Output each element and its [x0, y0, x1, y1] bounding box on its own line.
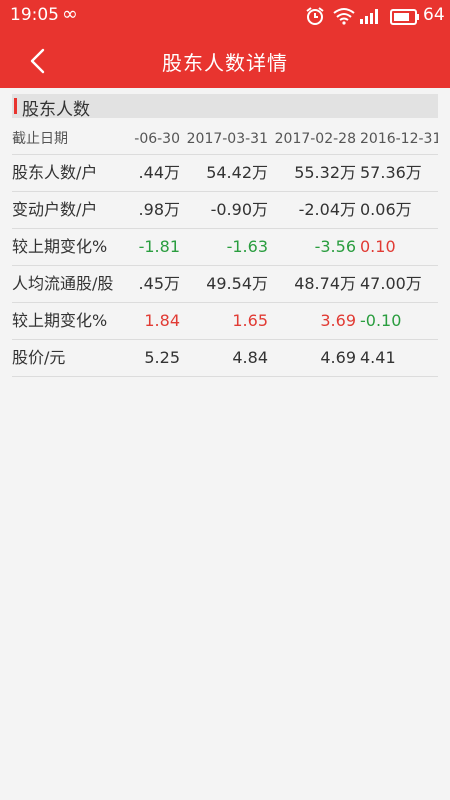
row-label: 股东人数/户 [12, 163, 98, 182]
change-cell: 3.69 [320, 311, 356, 330]
wifi-icon [333, 7, 355, 29]
value-cell: 0.06万 [360, 200, 412, 219]
value-cell: 55.32万 [294, 163, 356, 182]
value-cell: 49.54万 [206, 274, 268, 293]
date-cell: -06-30 [134, 131, 180, 147]
date-cell: 2017-02-28 [274, 131, 356, 147]
value-cell: -0.90万 [210, 200, 268, 219]
table-row: 股价/元 5.25 4.84 4.69 4.41 [12, 340, 438, 377]
change-cell: 1.84 [144, 311, 180, 330]
battery-icon [390, 9, 420, 29]
value-cell: 57.36万 [360, 163, 422, 182]
value-cell: -2.04万 [298, 200, 356, 219]
row-label: 截止日期 [12, 131, 68, 147]
value-cell: 4.84 [232, 348, 268, 367]
infinity-icon: ∞ [62, 3, 78, 25]
page-title: 股东人数详情 [162, 51, 288, 75]
value-cell: .44万 [138, 163, 180, 182]
battery-percent: 64 [423, 5, 445, 25]
change-cell: 1.65 [232, 311, 268, 330]
alarm-icon [305, 6, 325, 30]
signal-icon [358, 7, 382, 29]
date-cell: 2016-12-31 [360, 131, 438, 147]
value-cell: 4.69 [320, 348, 356, 367]
date-cell: 2017-03-31 [186, 131, 268, 147]
row-label: 较上期变化% [12, 237, 108, 256]
section-header: 股东人数 [12, 94, 438, 120]
app-header: 股东人数详情 [0, 34, 450, 88]
table-row: 人均流通股/股 .45万 49.54万 48.74万 47.00万 [12, 266, 438, 303]
change-cell: -1.81 [138, 237, 180, 256]
value-cell: .45万 [138, 274, 180, 293]
table-row: 较上期变化% 1.84 1.65 3.69 -0.10 [12, 303, 438, 340]
change-cell: -1.63 [226, 237, 268, 256]
change-cell: 0.10 [360, 237, 396, 256]
change-cell: -3.56 [314, 237, 356, 256]
table-row: 股东人数/户 .44万 54.42万 55.32万 57.36万 [12, 155, 438, 192]
row-label: 变动户数/户 [12, 200, 98, 219]
value-cell: 54.42万 [206, 163, 268, 182]
section-title: 股东人数 [22, 100, 90, 120]
value-cell: 5.25 [144, 348, 180, 367]
table-row: 较上期变化% -1.81 -1.63 -3.56 0.10 [12, 229, 438, 266]
value-cell: 47.00万 [360, 274, 422, 293]
status-time: 19:05 [10, 5, 59, 25]
value-cell: 48.74万 [294, 274, 356, 293]
shareholder-table[interactable]: 截止日期 -06-30 2017-03-31 2017-02-28 2016-1… [12, 124, 438, 377]
table-row: 变动户数/户 .98万 -0.90万 -2.04万 0.06万 [12, 192, 438, 229]
section-accent-bar [14, 98, 17, 114]
value-cell: .98万 [138, 200, 180, 219]
row-label: 人均流通股/股 [12, 274, 114, 293]
row-label: 股价/元 [12, 348, 66, 367]
status-bar: 19:05 ∞ 64 [0, 0, 450, 34]
row-label: 较上期变化% [12, 311, 108, 330]
table-header-row: 截止日期 -06-30 2017-03-31 2017-02-28 2016-1… [12, 124, 438, 155]
change-cell: -0.10 [360, 311, 402, 330]
value-cell: 4.41 [360, 348, 396, 367]
